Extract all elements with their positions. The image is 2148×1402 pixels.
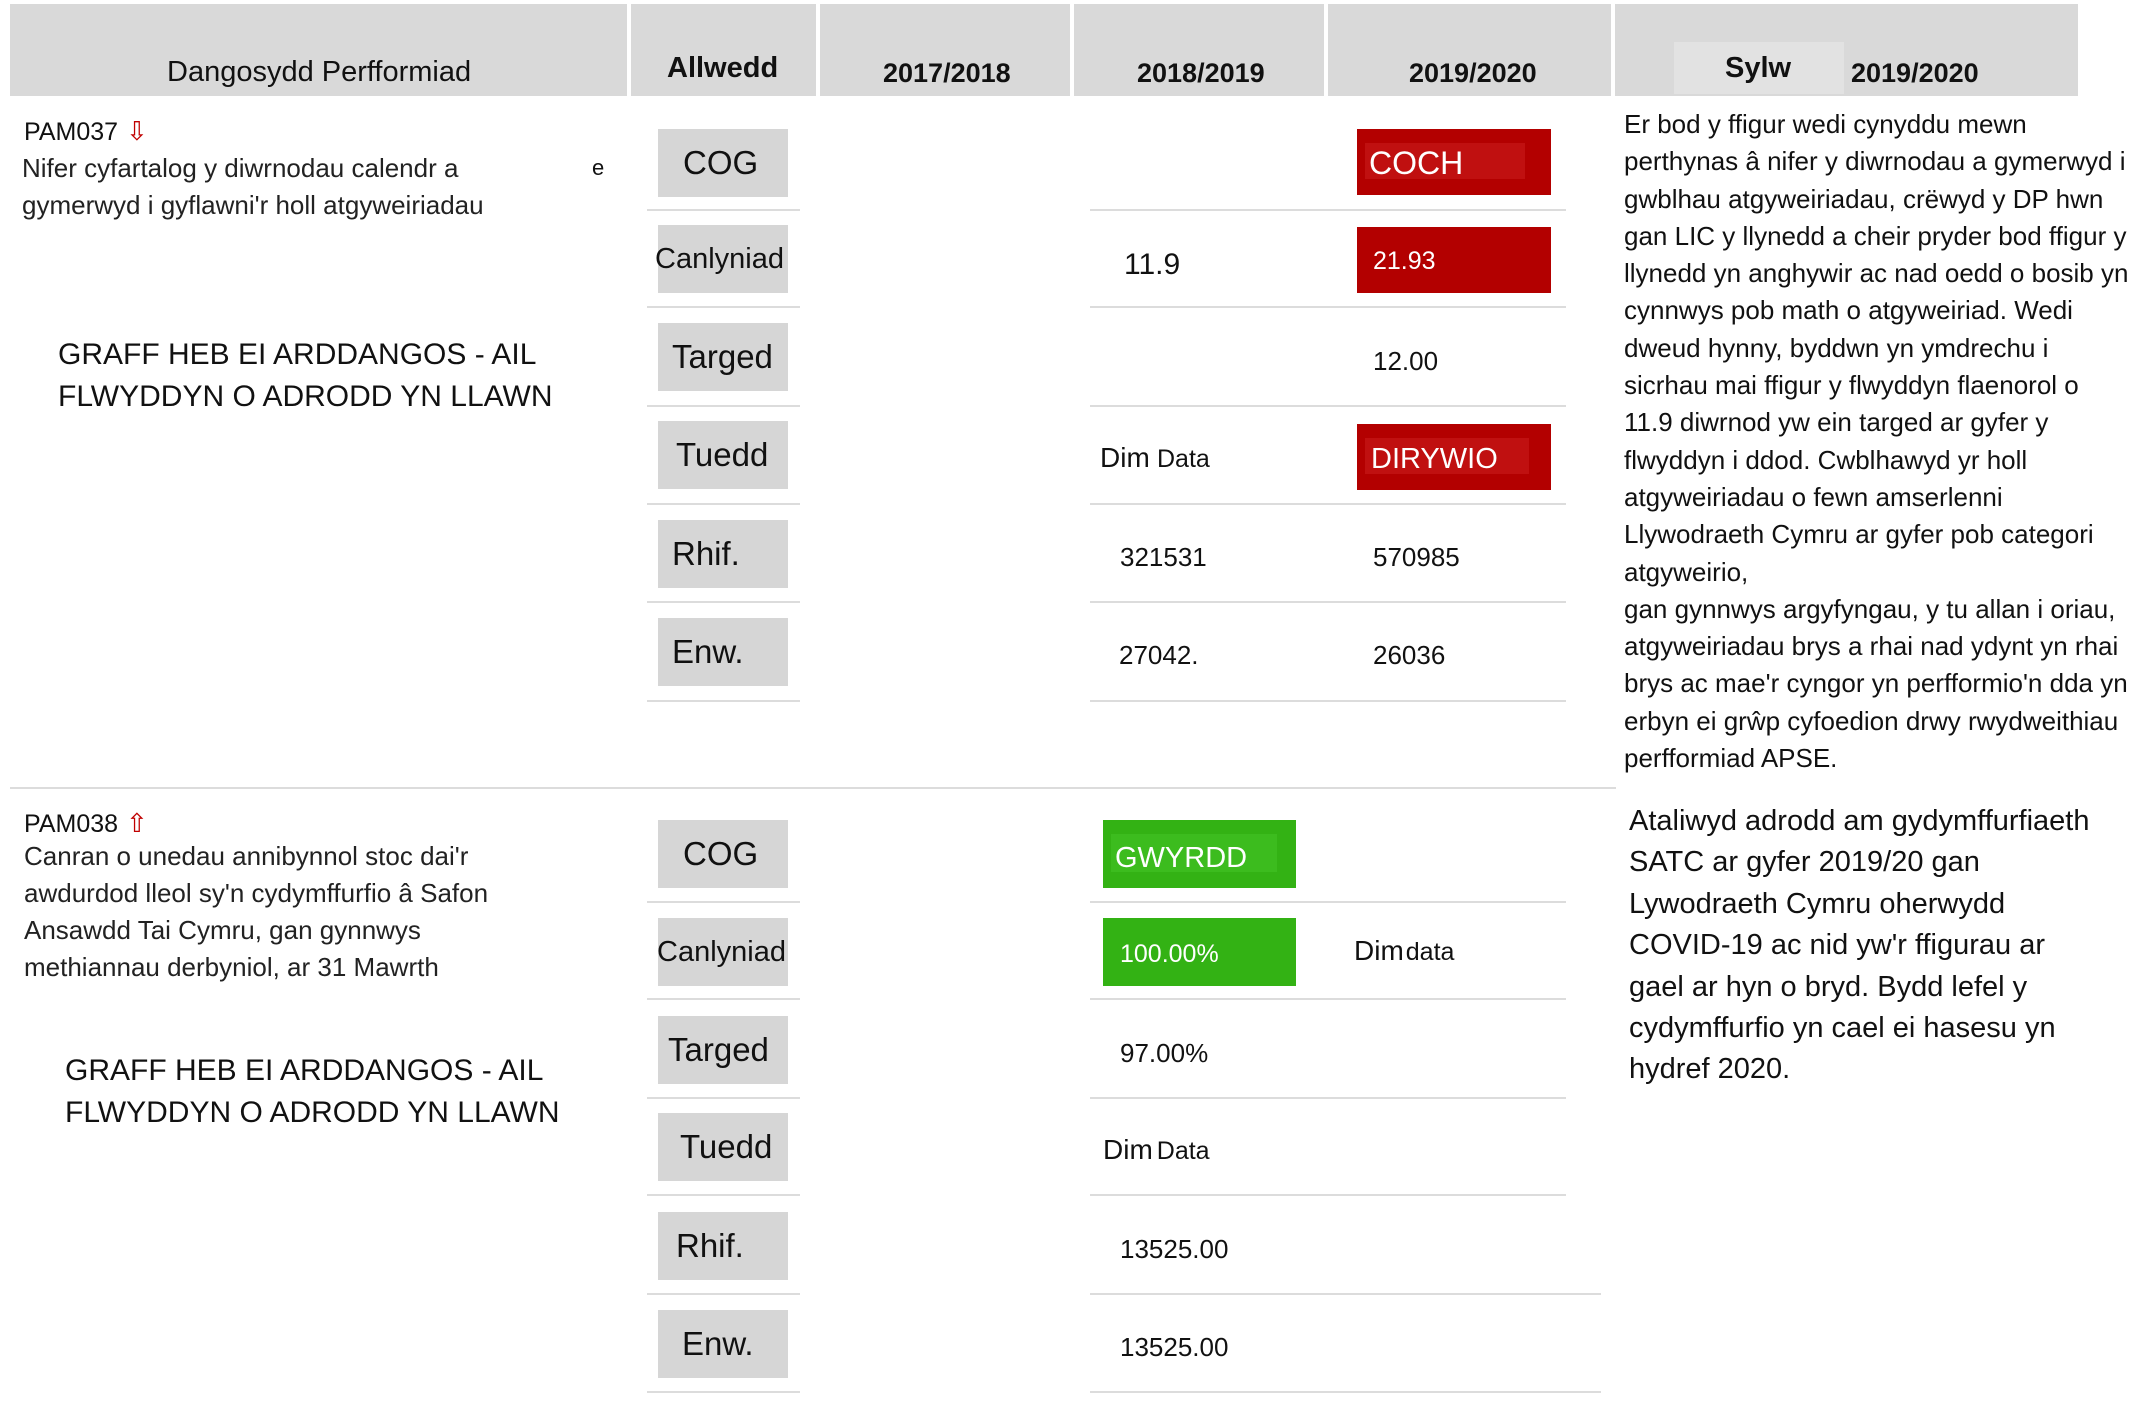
row-line	[1090, 1293, 1601, 1295]
description-line: gymerwyd i gyflawni'r holl atgyweiriadau	[22, 190, 484, 220]
header-key: Allwedd	[667, 52, 779, 84]
value-2019-denominator: 26036	[1373, 640, 1446, 670]
value-2018-denominator: 27042.	[1119, 640, 1199, 670]
row-line	[1090, 209, 1566, 211]
description-line: Nifer cyfartalog y diwrnodau calendr a	[22, 153, 459, 183]
key-cog: COG	[658, 820, 788, 888]
status-badge-green: GWYRDD	[1103, 820, 1296, 888]
header-2019: 2019/2020	[1409, 58, 1537, 88]
indicator-code-text: PAM038	[24, 810, 119, 838]
value-2018-trend: Dim Data	[1100, 442, 1210, 473]
header-comment: Sylw	[1725, 52, 1792, 84]
value-2018-numerator: 321531	[1120, 542, 1207, 572]
graph-not-shown-note: GRAFF HEB EI ARDDANGOS - AIL FLWYDDYN O …	[58, 334, 553, 418]
row-line	[1090, 901, 1566, 903]
key-numerator: Rhif.	[658, 520, 788, 588]
comment-text: Ataliwyd adrodd am gydymffurfiaeth SATC …	[1629, 805, 2090, 1086]
row-line	[1090, 503, 1566, 505]
stray-char: e	[592, 155, 605, 180]
indicator-description: Nifer cyfartalog y diwrnodau calendr a g…	[22, 150, 484, 224]
row-line	[1090, 1097, 1566, 1099]
header-comment-year: 2019/2020	[1851, 58, 1979, 88]
value-2018-result: 11.9	[1124, 248, 1181, 281]
row-line	[647, 405, 800, 407]
value-2019-numerator: 570985	[1373, 542, 1460, 572]
row-line	[1090, 601, 1566, 603]
key-target: Targed	[658, 1016, 788, 1084]
value-2018-trend: Dim Data	[1103, 1134, 1210, 1165]
header-2018: 2018/2019	[1137, 58, 1265, 88]
indicator-code: PAM038 ⇧	[24, 808, 148, 839]
row-line	[1090, 1391, 1601, 1393]
row-line	[1090, 700, 1566, 702]
value-2019-result: Dimdata	[1354, 935, 1455, 966]
trend-up-icon: ⇧	[126, 808, 148, 838]
row-line	[647, 901, 800, 903]
key-target: Targed	[658, 323, 788, 391]
key-cog: COG	[658, 129, 788, 197]
key-trend: Tuedd	[658, 421, 788, 489]
trend-badge-red: DIRYWIO	[1357, 424, 1551, 490]
key-numerator: Rhif.	[658, 1212, 788, 1280]
trend-down-icon: ⇩	[126, 116, 148, 146]
row-line	[647, 998, 800, 1000]
result-badge-red: 21.93	[1357, 227, 1551, 293]
row-line	[647, 1391, 800, 1393]
row-line	[1090, 306, 1566, 308]
comment-text: Er bod y ffigur wedi cynyddu mewn perthy…	[1624, 109, 2129, 774]
key-result: Canlyniad	[655, 225, 788, 293]
row-line	[647, 1194, 800, 1196]
row-line	[1090, 405, 1566, 407]
row-line	[647, 306, 800, 308]
row-line	[1090, 998, 1566, 1000]
row-line	[647, 700, 800, 702]
description-line: methiannau derbyniol, ar 31 Mawrth	[24, 952, 439, 982]
key-denominator: Enw.	[658, 618, 788, 686]
value-2018-target: 97.00%	[1120, 1038, 1209, 1068]
row-line	[647, 1097, 800, 1099]
row-line	[647, 1293, 800, 1295]
key-trend: Tuedd	[658, 1113, 788, 1181]
row-line	[647, 209, 800, 211]
header-2017: 2017/2018	[883, 58, 1011, 88]
row-line	[647, 601, 800, 603]
description-line: awdurdod lleol sy'n cydymffurfio â Safon	[24, 878, 489, 908]
description-line: Canran o unedau annibynnol stoc dai'r	[24, 841, 469, 871]
row-line	[647, 503, 800, 505]
indicator-code-text: PAM037	[24, 118, 119, 146]
value-2018-numerator: 13525.00	[1120, 1234, 1229, 1264]
indicator-description: Canran o unedau annibynnol stoc dai'r aw…	[24, 838, 488, 986]
key-result: Canlyniad	[657, 918, 788, 986]
value-2018-denominator: 13525.00	[1120, 1332, 1229, 1362]
graph-note-line: GRAFF HEB EI ARDDANGOS - AIL	[58, 338, 537, 371]
indicator-separator	[10, 787, 1616, 789]
indicator-code: PAM037 ⇩	[24, 116, 148, 147]
status-badge-red: COCH	[1357, 129, 1551, 195]
key-denominator: Enw.	[658, 1310, 788, 1378]
graph-note-line: GRAFF HEB EI ARDDANGOS - AIL	[65, 1054, 544, 1087]
value-2019-target: 12.00	[1373, 346, 1439, 376]
graph-note-line: FLWYDDYN O ADRODD YN LLAWN	[65, 1096, 560, 1129]
header-indicator: Dangosydd Perfformiad	[167, 56, 472, 88]
row-line	[1090, 1194, 1566, 1196]
result-badge-green: 100.00%	[1103, 918, 1296, 986]
description-line: Ansawdd Tai Cymru, gan gynnwys	[24, 915, 421, 945]
graph-not-shown-note: GRAFF HEB EI ARDDANGOS - AIL FLWYDDYN O …	[65, 1050, 560, 1134]
graph-note-line: FLWYDDYN O ADRODD YN LLAWN	[58, 380, 553, 413]
